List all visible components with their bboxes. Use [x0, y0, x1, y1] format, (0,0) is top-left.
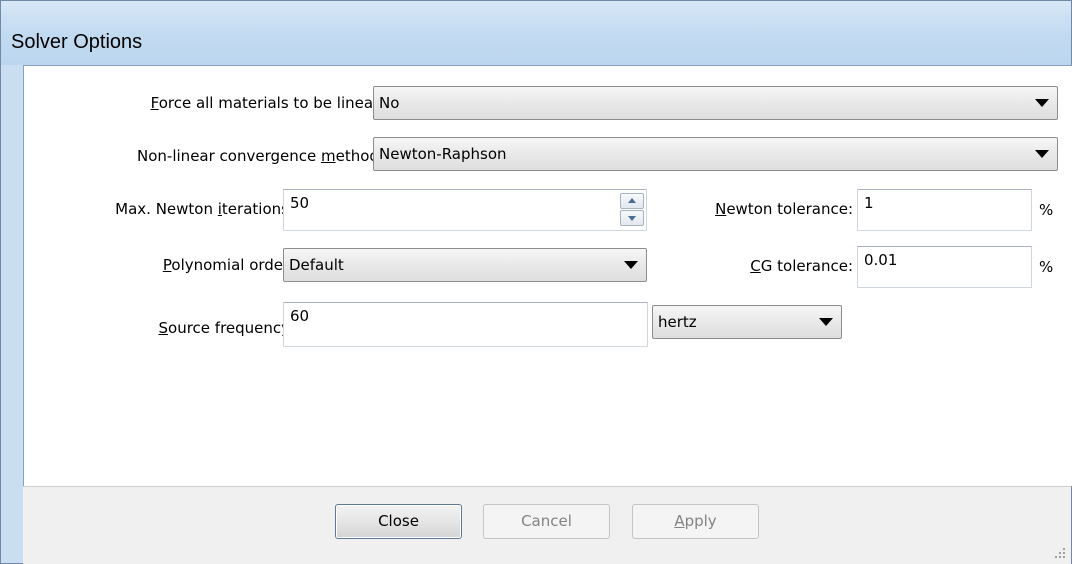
- apply-button[interactable]: Apply: [632, 504, 759, 539]
- options-panel: Force all materials to be linear: No Non…: [23, 65, 1072, 486]
- convergence-method-value: Newton-Raphson: [379, 145, 507, 163]
- convergence-method-label: Non-linear convergence method:: [137, 147, 384, 165]
- newton-tolerance-input[interactable]: 1: [857, 189, 1032, 231]
- newton-tolerance-label: Newton tolerance:: [715, 200, 853, 218]
- iterations-stepper: [620, 193, 644, 227]
- close-button[interactable]: Close: [335, 504, 462, 539]
- cg-tolerance-unit: %: [1039, 258, 1054, 276]
- source-frequency-input[interactable]: 60: [283, 302, 648, 347]
- max-iterations-value: 50: [290, 194, 310, 212]
- increment-button[interactable]: [620, 193, 644, 209]
- convergence-method-dropdown[interactable]: Newton-Raphson: [373, 137, 1058, 171]
- window-title: Solver Options: [11, 31, 143, 53]
- frequency-unit-value: hertz: [658, 313, 697, 331]
- polynomial-order-label: Polynomial order:: [162, 256, 294, 274]
- cancel-button[interactable]: Cancel: [483, 504, 610, 539]
- solver-options-window: Solver Options Force all materials to be…: [0, 0, 1072, 564]
- polynomial-order-value: Default: [289, 256, 344, 274]
- source-frequency-value: 60: [290, 307, 310, 325]
- arrow-down-icon: [628, 216, 636, 221]
- chevron-down-icon: [624, 261, 638, 269]
- frequency-unit-dropdown[interactable]: hertz: [652, 305, 842, 339]
- max-iterations-spinbox[interactable]: 50: [283, 189, 647, 231]
- arrow-up-icon: [628, 198, 636, 203]
- chevron-down-icon: [1035, 99, 1049, 107]
- source-frequency-label: Source frequency:: [158, 319, 295, 337]
- cg-tolerance-label: CG tolerance:: [750, 257, 853, 275]
- force-linear-label: Force all materials to be linear:: [150, 94, 384, 112]
- decrement-button[interactable]: [620, 210, 644, 226]
- force-linear-dropdown[interactable]: No: [373, 86, 1058, 120]
- max-iterations-label: Max. Newton iterations:: [115, 200, 294, 218]
- newton-tolerance-unit: %: [1039, 201, 1054, 219]
- cg-tolerance-value: 0.01: [864, 251, 898, 269]
- force-linear-value: No: [379, 94, 400, 112]
- resize-grip-icon[interactable]: [1055, 548, 1067, 560]
- cg-tolerance-input[interactable]: 0.01: [857, 246, 1032, 288]
- title-bar[interactable]: Solver Options: [1, 1, 1071, 65]
- newton-tolerance-value: 1: [864, 194, 874, 212]
- chevron-down-icon: [1035, 150, 1049, 158]
- chevron-down-icon: [819, 318, 833, 326]
- polynomial-order-dropdown[interactable]: Default: [283, 248, 647, 282]
- button-bar: Close Cancel Apply: [23, 486, 1071, 564]
